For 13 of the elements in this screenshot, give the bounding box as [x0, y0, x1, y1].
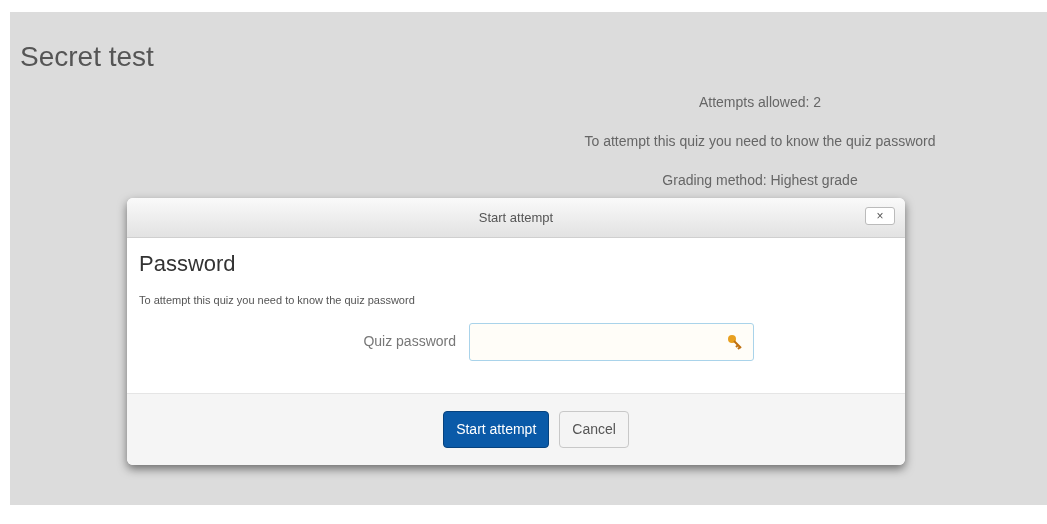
dialog-heading: Password — [139, 250, 236, 278]
close-button[interactable]: × — [865, 207, 895, 225]
quiz-info-text: Grading method: Highest grade — [662, 171, 858, 190]
quiz-info-text: To attempt this quiz you need to know the quiz password — [584, 132, 936, 151]
start-attempt-button[interactable]: Start attempt — [443, 411, 550, 448]
dialog-description: To attempt this quiz you need to know the quiz password — [139, 293, 415, 308]
cancel-button[interactable]: Cancel — [559, 411, 629, 448]
password-field[interactable] — [469, 322, 754, 361]
key-icon — [727, 333, 743, 350]
field-label: Quiz password — [362, 332, 457, 351]
page-title: Secret test — [20, 40, 154, 74]
dialog-title: Start attempt — [478, 208, 554, 227]
quiz-info-text: Attempts allowed: 2 — [698, 93, 822, 112]
